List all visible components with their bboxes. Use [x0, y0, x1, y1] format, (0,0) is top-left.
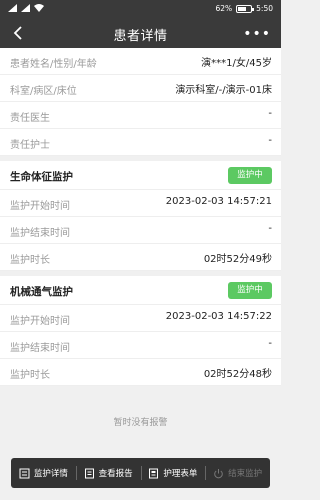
row-label: 监护开始时间 — [10, 201, 70, 212]
monitor-end-row: 监护结束时间 - — [0, 332, 281, 359]
monitor-start-row: 监护开始时间 2023-02-03 14:57:22 — [0, 305, 281, 332]
button-label: 查看报告 — [98, 469, 133, 479]
row-label: 监护结束时间 — [10, 343, 70, 354]
status-bar: 62% 5:50 — [0, 0, 281, 18]
row-value: 2023-02-03 14:57:21 — [165, 196, 272, 207]
end-monitor-button[interactable]: 结束监护 — [205, 458, 270, 488]
vital-signs-section-header: 生命体征监护 监护中 — [0, 161, 281, 190]
monitor-end-row: 监护结束时间 - — [0, 217, 281, 244]
battery-percent: 62% — [215, 4, 233, 13]
list-icon — [19, 468, 30, 478]
status-badge: 监护中 — [228, 282, 272, 299]
row-value: 演示科室/-/演示-01床 — [175, 85, 272, 96]
monitor-details-button[interactable]: 监护详情 — [11, 458, 76, 488]
status-badge: 监护中 — [228, 167, 272, 184]
button-label: 护理表单 — [163, 469, 198, 479]
button-label: 监护详情 — [33, 469, 68, 479]
signal-icon — [21, 4, 30, 12]
row-label: 监护时长 — [10, 370, 50, 381]
button-label: 结束监护 — [228, 469, 263, 479]
department-row: 科室/病区/床位 演示科室/-/演示-01床 — [0, 75, 281, 102]
monitor-duration-row: 监护时长 02时52分49秒 — [0, 244, 281, 271]
row-value: - — [268, 338, 272, 349]
row-label: 责任医生 — [10, 113, 50, 124]
row-label: 科室/病区/床位 — [10, 86, 77, 97]
bottom-toolbar: 监护详情 查看报告 护理表单 结束监护 — [11, 458, 270, 488]
form-icon — [149, 468, 159, 478]
page-title: 患者详情 — [113, 29, 168, 44]
section-title: 生命体征监护 — [10, 171, 73, 183]
row-value: - — [268, 135, 272, 146]
row-label: 监护时长 — [10, 255, 50, 266]
empty-alarm-message: 暂时没有报警 — [113, 418, 168, 428]
clock: 5:50 — [256, 4, 273, 13]
row-value: 02时52分48秒 — [203, 369, 272, 380]
row-value: 演***1/女/45岁 — [201, 58, 272, 69]
row-value: - — [268, 108, 272, 119]
wifi-icon — [34, 4, 44, 12]
report-icon — [84, 468, 94, 478]
main-content: 患者姓名/性别/年龄 演***1/女/45岁 科室/病区/床位 演示科室/-/演… — [0, 48, 281, 386]
patient-name-row: 患者姓名/性别/年龄 演***1/女/45岁 — [0, 48, 281, 75]
row-value: 2023-02-03 14:57:22 — [165, 311, 272, 322]
row-value: 02时52分49秒 — [203, 254, 272, 265]
row-label: 监护结束时间 — [10, 228, 70, 239]
nurse-row: 责任护士 - — [0, 129, 281, 156]
ventilation-section-header: 机械通气监护 监护中 — [0, 276, 281, 305]
status-icons-right: 62% 5:50 — [215, 4, 273, 13]
section-title: 机械通气监护 — [10, 286, 73, 298]
row-value: - — [268, 223, 272, 234]
monitor-duration-row: 监护时长 02时52分48秒 — [0, 359, 281, 386]
status-icons-left — [8, 4, 44, 12]
battery-icon — [236, 4, 255, 13]
monitor-start-row: 监护开始时间 2023-02-03 14:57:21 — [0, 190, 281, 217]
row-label: 患者姓名/性别/年龄 — [10, 59, 97, 70]
nursing-form-button[interactable]: 护理表单 — [140, 458, 206, 488]
doctor-row: 责任医生 - — [0, 102, 281, 129]
row-label: 责任护士 — [10, 140, 50, 151]
row-label: 监护开始时间 — [10, 316, 70, 327]
signal-icon — [8, 4, 17, 12]
more-options-icon[interactable]: ••• — [243, 26, 271, 42]
header-bar: 患者详情 ••• — [0, 18, 281, 48]
view-report-button[interactable]: 查看报告 — [75, 458, 141, 488]
power-icon — [214, 468, 223, 478]
